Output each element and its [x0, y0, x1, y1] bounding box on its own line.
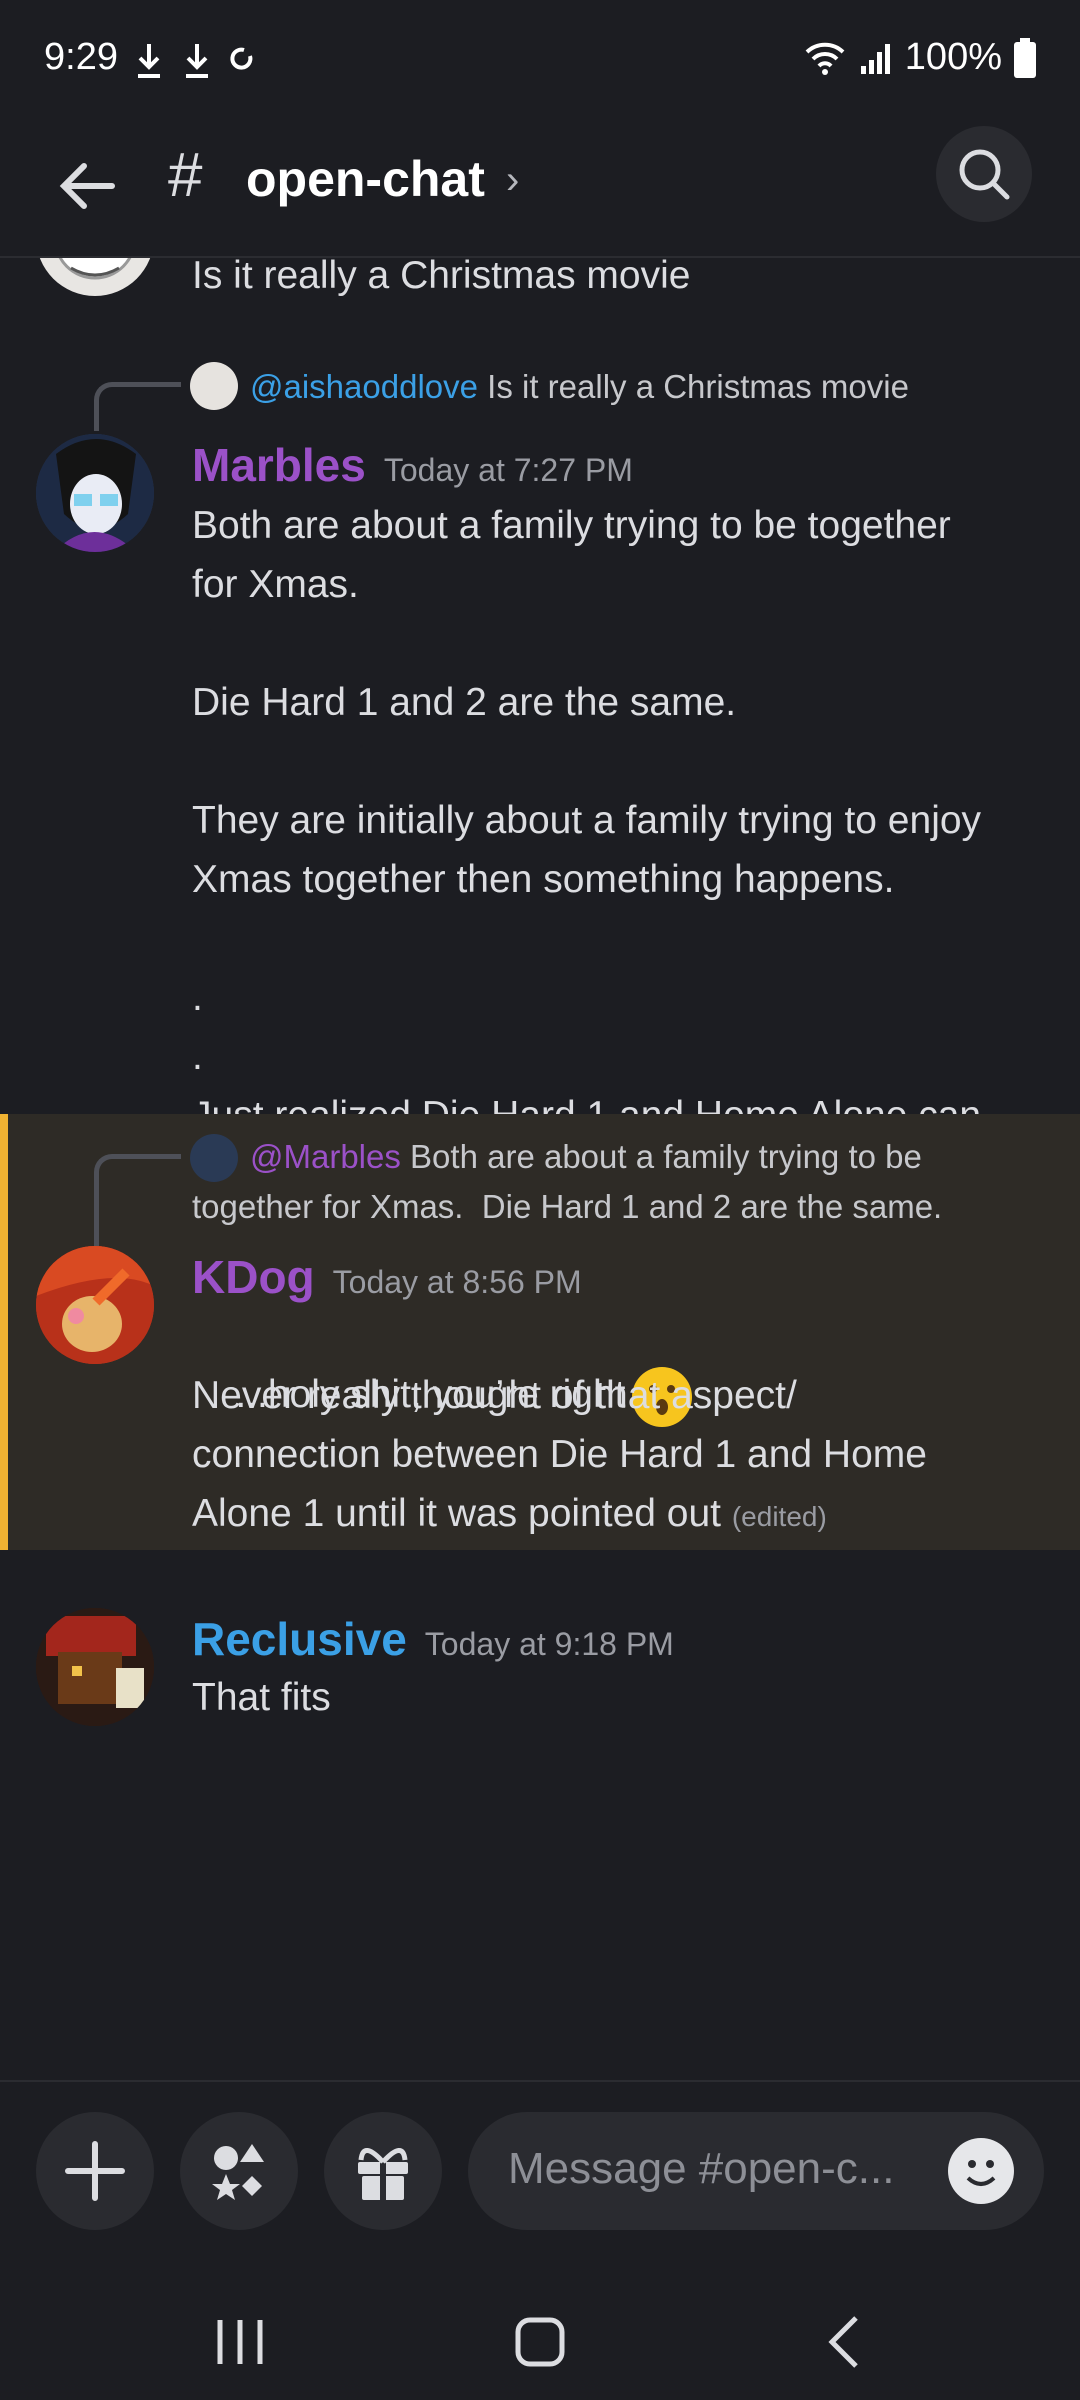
plus-icon	[65, 2141, 125, 2201]
reply-spine	[94, 1154, 181, 1249]
reply-spine	[94, 382, 181, 431]
reply-text: Is it really a Christmas movie	[487, 368, 909, 405]
download-icon	[138, 44, 160, 78]
status-right: 100%	[803, 36, 1036, 79]
channel-header: # open-chat ›	[0, 120, 1080, 258]
gift-button[interactable]	[324, 2112, 442, 2230]
message-text: Is it really a Christmas movie	[192, 258, 691, 297]
author-name[interactable]: KDog	[192, 1250, 315, 1304]
author-name[interactable]: Marbles	[192, 438, 366, 492]
avatar[interactable]	[36, 434, 154, 552]
emoji-button[interactable]	[948, 2138, 1014, 2204]
gift-icon	[358, 2148, 408, 2200]
message-input-placeholder: Message #open-c...	[508, 2144, 895, 2193]
avatar[interactable]	[36, 258, 154, 296]
recents-icon[interactable]	[210, 2314, 270, 2370]
apps-button[interactable]	[180, 2112, 298, 2230]
reply-preview[interactable]: @aishaoddlove Is it really a Christmas m…	[250, 362, 1080, 412]
battery-percent: 100%	[904, 36, 1002, 78]
battery-icon	[1014, 37, 1036, 78]
back-arrow-icon[interactable]	[52, 150, 124, 222]
channel-name[interactable]: open-chat	[246, 150, 485, 208]
message-body: Never really thought of that aspect/ con…	[192, 1366, 1042, 1546]
message-text: That fits	[192, 1676, 331, 1719]
message-input[interactable]: Message #open-c...	[468, 2112, 1044, 2230]
channel-hash-icon: #	[168, 141, 203, 210]
search-button[interactable]	[936, 126, 1032, 222]
message-meta: Reclusive Today at 9:18 PM	[192, 1612, 674, 1666]
reply-preview[interactable]: @Marbles Both are about a family trying …	[192, 1132, 1052, 1232]
chevron-right-icon[interactable]: ›	[506, 158, 519, 203]
signal-icon	[860, 43, 890, 74]
home-icon[interactable]	[510, 2312, 570, 2372]
avatar[interactable]	[36, 1608, 154, 1726]
message-meta: Marbles Today at 7:27 PM	[192, 438, 633, 492]
reply-mention[interactable]: @aishaoddlove	[250, 368, 478, 405]
sync-icon	[230, 47, 253, 70]
nav-back-icon[interactable]	[820, 2312, 870, 2372]
message-composer: Message #open-c...	[0, 2080, 1080, 2282]
message-feed[interactable]: Is it really a Christmas movie @aishaodd…	[0, 258, 1080, 2078]
author-name[interactable]: Reclusive	[192, 1612, 407, 1666]
reply-mention[interactable]: @Marbles	[250, 1138, 401, 1175]
timestamp: Today at 9:18 PM	[424, 1626, 674, 1662]
timestamp: Today at 7:27 PM	[383, 452, 633, 488]
timestamp: Today at 8:56 PM	[332, 1264, 582, 1300]
download-icon	[186, 44, 208, 78]
emoji-icon	[966, 2160, 996, 2186]
status-time: 9:29	[44, 36, 118, 78]
edited-label: (edited)	[731, 1501, 827, 1532]
avatar[interactable]	[36, 1246, 154, 1364]
reply-avatar	[190, 362, 238, 410]
search-icon	[959, 149, 1010, 200]
apps-icon	[212, 2144, 264, 2200]
wifi-icon	[805, 42, 845, 75]
add-attachment-button[interactable]	[36, 2112, 154, 2230]
message-meta: KDog Today at 8:56 PM	[192, 1250, 582, 1304]
system-nav-bar	[0, 2280, 1080, 2400]
status-bar: 9:29 100%	[0, 0, 1080, 120]
